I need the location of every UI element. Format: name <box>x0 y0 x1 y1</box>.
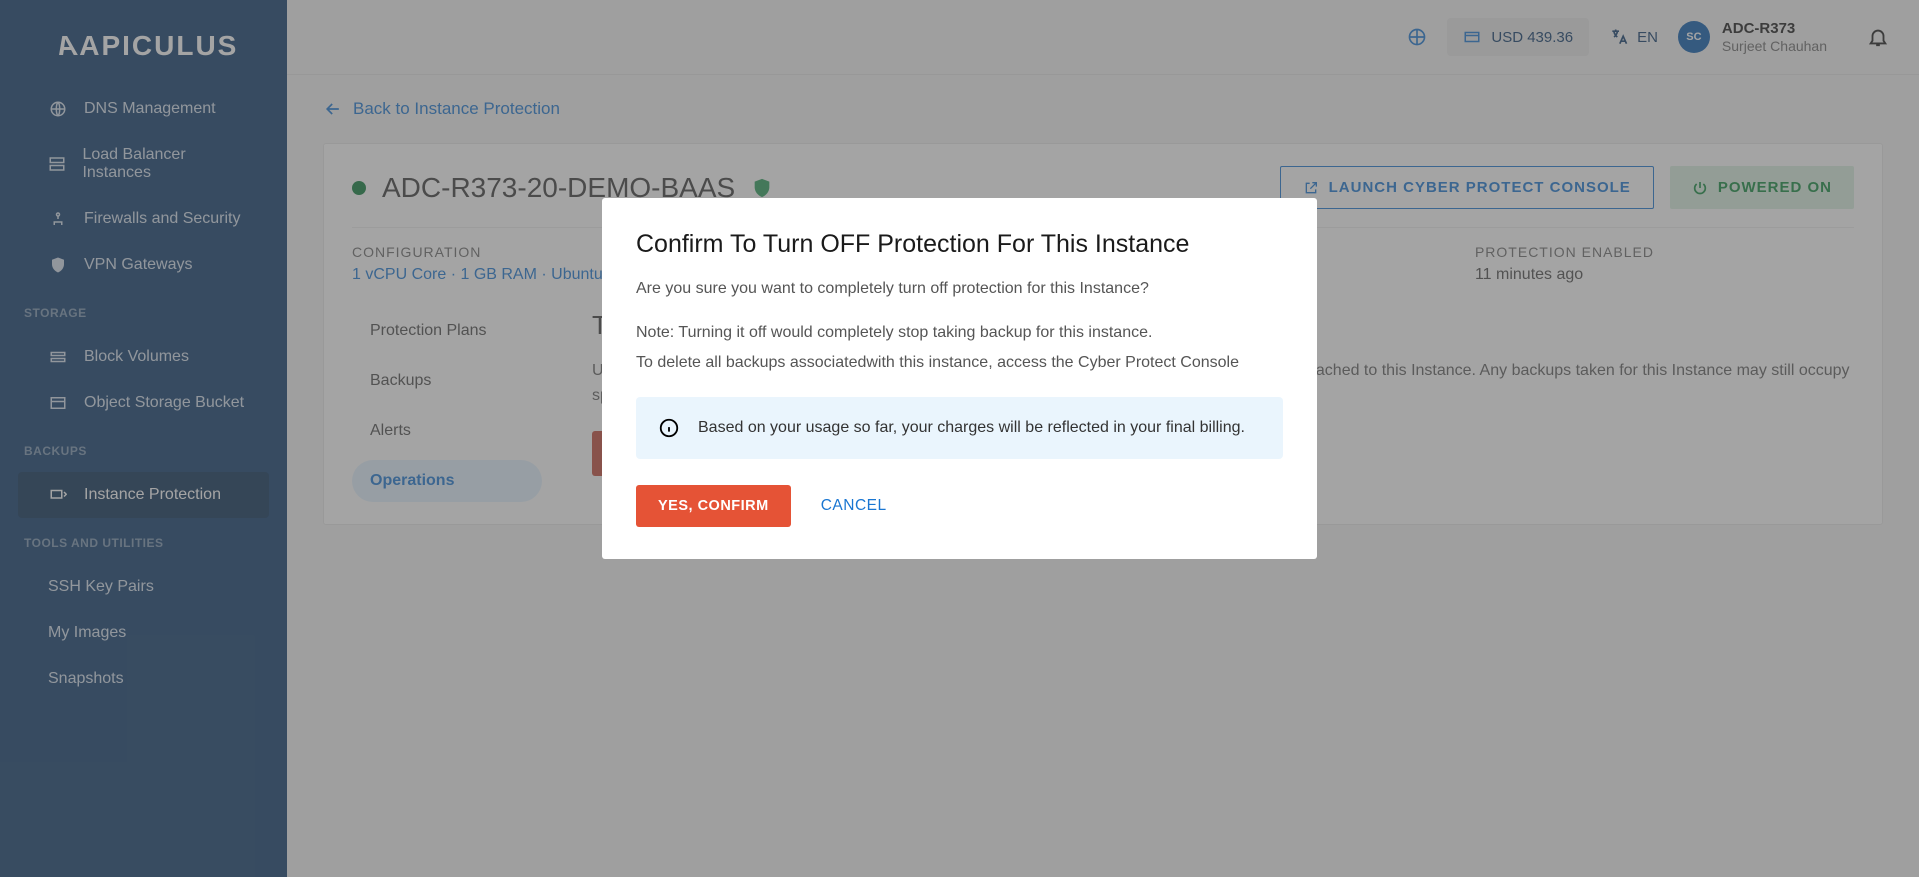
modal-note2: To delete all backups associatedwith thi… <box>636 351 1283 375</box>
modal-note1: Note: Turning it off would completely st… <box>636 321 1283 345</box>
confirm-button[interactable]: YES, CONFIRM <box>636 485 791 527</box>
confirm-modal: Confirm To Turn OFF Protection For This … <box>602 198 1317 559</box>
modal-overlay[interactable]: Confirm To Turn OFF Protection For This … <box>0 0 1919 877</box>
modal-info-text: Based on your usage so far, your charges… <box>698 419 1245 437</box>
modal-info-box: Based on your usage so far, your charges… <box>636 397 1283 459</box>
modal-question: Are you sure you want to completely turn… <box>636 277 1283 301</box>
cancel-button[interactable]: CANCEL <box>821 497 887 515</box>
modal-title: Confirm To Turn OFF Protection For This … <box>636 230 1283 259</box>
info-icon <box>658 417 680 439</box>
